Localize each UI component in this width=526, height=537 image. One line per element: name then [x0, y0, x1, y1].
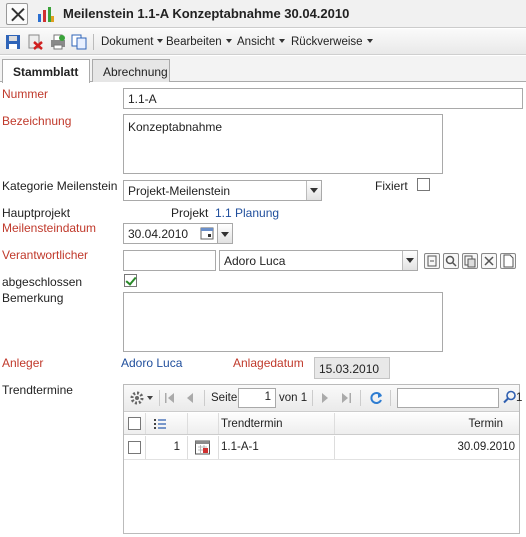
- tab-stammblatt[interactable]: Stammblatt: [2, 59, 90, 83]
- row-icon-cell: [188, 436, 219, 459]
- verantwortlicher-label: Verantwortlicher: [2, 248, 89, 262]
- verantwortlicher-select[interactable]: Adoro Luca: [219, 250, 418, 271]
- clear-icon[interactable]: [481, 253, 497, 269]
- trendtermine-label: Trendtermine: [2, 383, 73, 397]
- select-all-checkbox[interactable]: [128, 417, 141, 430]
- app-icon: [38, 7, 54, 22]
- toolbar-separator: [93, 34, 94, 50]
- menu-rueckverweise[interactable]: Rückverweise: [291, 36, 373, 48]
- grid-toolbar-separator: [312, 390, 313, 406]
- page-input[interactable]: 1: [238, 388, 276, 408]
- page-of-label: von 1: [279, 392, 308, 404]
- search-counter: 1: [516, 392, 523, 404]
- search-icon[interactable]: [443, 253, 459, 269]
- anleger-label: Anleger: [2, 356, 44, 370]
- toolbar: Dokument Bearbeiten Ansicht Rückverweise: [0, 29, 526, 55]
- next-page-icon[interactable]: [319, 392, 331, 404]
- datum-value: 30.04.2010: [128, 227, 189, 241]
- bemerkung-label: Bemerkung: [2, 291, 64, 305]
- hauptprojekt-prefix: Projekt: [171, 206, 209, 220]
- copy-icon[interactable]: [71, 34, 87, 50]
- previous-page-icon[interactable]: [184, 392, 196, 404]
- bemerkung-textarea[interactable]: [123, 292, 443, 352]
- abgeschlossen-label: abgeschlossen: [2, 275, 83, 289]
- row-trendtermin: 1.1-A-1: [219, 436, 335, 459]
- row-checkbox[interactable]: [128, 441, 141, 454]
- abgeschlossen-checkbox[interactable]: [124, 274, 137, 287]
- select-all-cell: [124, 413, 146, 434]
- bezeichnung-label: Bezeichnung: [2, 114, 72, 128]
- tab-bar: Stammblatt Abrechnung: [0, 56, 526, 83]
- grid-toolbar-separator: [204, 390, 205, 406]
- anleger-link[interactable]: Adoro Luca: [121, 356, 182, 370]
- grid-toolbar-separator: [159, 390, 160, 406]
- hauptprojekt-link[interactable]: 1.1 Planung: [215, 206, 279, 220]
- nummer-label: Nummer: [2, 87, 49, 101]
- chevron-down-icon: [221, 232, 229, 237]
- window-title: Meilenstein 1.1-A Konzeptabnahme 30.04.2…: [63, 6, 350, 21]
- delete-icon[interactable]: [27, 34, 43, 50]
- calendar-icon: [195, 440, 210, 455]
- grid-header: Trendtermin Termin: [124, 413, 519, 435]
- fixiert-checkbox[interactable]: [417, 178, 430, 191]
- fixiert-label: Fixiert: [375, 179, 408, 193]
- grid-toolbar-separator: [390, 390, 391, 406]
- paste-icon[interactable]: [462, 253, 478, 269]
- search-icon[interactable]: [503, 390, 517, 404]
- table-row[interactable]: 1 1.1-A-1 30.09.2010: [124, 436, 519, 460]
- tab-abrechnung[interactable]: Abrechnung: [92, 59, 170, 82]
- verantwortlicher-code-input[interactable]: [123, 250, 216, 271]
- kategorie-label: Kategorie Meilenstein: [2, 179, 118, 193]
- row-select-cell: [124, 436, 146, 459]
- select-icon[interactable]: [424, 253, 440, 269]
- anlagedatum-label: Anlagedatum: [233, 356, 304, 370]
- document-icon[interactable]: [500, 253, 516, 269]
- row-number-header: [146, 413, 188, 434]
- column-header-trendtermin[interactable]: Trendtermin: [219, 413, 335, 434]
- trendtermine-grid: Seite 1 von 1 1 Trendtermin Termin 1 1.1…: [123, 384, 523, 534]
- datum-label: Meilensteindatum: [2, 221, 97, 235]
- chevron-down-icon[interactable]: [147, 396, 153, 400]
- list-numbered-icon[interactable]: [154, 418, 167, 430]
- save-icon[interactable]: [5, 34, 21, 50]
- chevron-down-icon[interactable]: [306, 181, 321, 200]
- grid-toolbar-separator: [360, 390, 361, 406]
- datum-dropdown-button[interactable]: [217, 223, 233, 244]
- refresh-icon[interactable]: [368, 390, 384, 406]
- print-icon[interactable]: [50, 34, 66, 50]
- row-index: 1: [146, 436, 188, 459]
- kategorie-select[interactable]: Projekt-Meilenstein: [123, 180, 322, 201]
- hauptprojekt-label: Hauptprojekt: [2, 206, 71, 220]
- title-bar: Meilenstein 1.1-A Konzeptabnahme 30.04.2…: [0, 0, 526, 28]
- verantwortlicher-value: Adoro Luca: [224, 254, 286, 268]
- kategorie-value: Projekt-Meilenstein: [128, 184, 231, 198]
- column-header-termin[interactable]: Termin: [335, 413, 519, 434]
- menu-bearbeiten[interactable]: Bearbeiten: [166, 36, 232, 48]
- menu-ansicht[interactable]: Ansicht: [237, 36, 285, 48]
- gear-icon[interactable]: [129, 390, 145, 406]
- anlagedatum-field: 15.03.2010: [314, 357, 390, 379]
- bezeichnung-textarea[interactable]: Konzeptabnahme: [123, 114, 443, 174]
- grid-search-input[interactable]: [397, 388, 499, 408]
- close-icon[interactable]: [6, 3, 28, 25]
- row-termin: 30.09.2010: [457, 441, 515, 453]
- calendar-icon[interactable]: [200, 226, 214, 240]
- nummer-input[interactable]: 1.1-A: [123, 88, 523, 109]
- last-page-icon[interactable]: [340, 392, 352, 404]
- grid-toolbar: Seite 1 von 1 1: [124, 385, 523, 412]
- chevron-down-icon[interactable]: [402, 251, 417, 270]
- menu-dokument[interactable]: Dokument: [101, 36, 163, 48]
- page-label: Seite: [211, 392, 238, 404]
- icon-column-header: [188, 413, 219, 434]
- first-page-icon[interactable]: [164, 392, 176, 404]
